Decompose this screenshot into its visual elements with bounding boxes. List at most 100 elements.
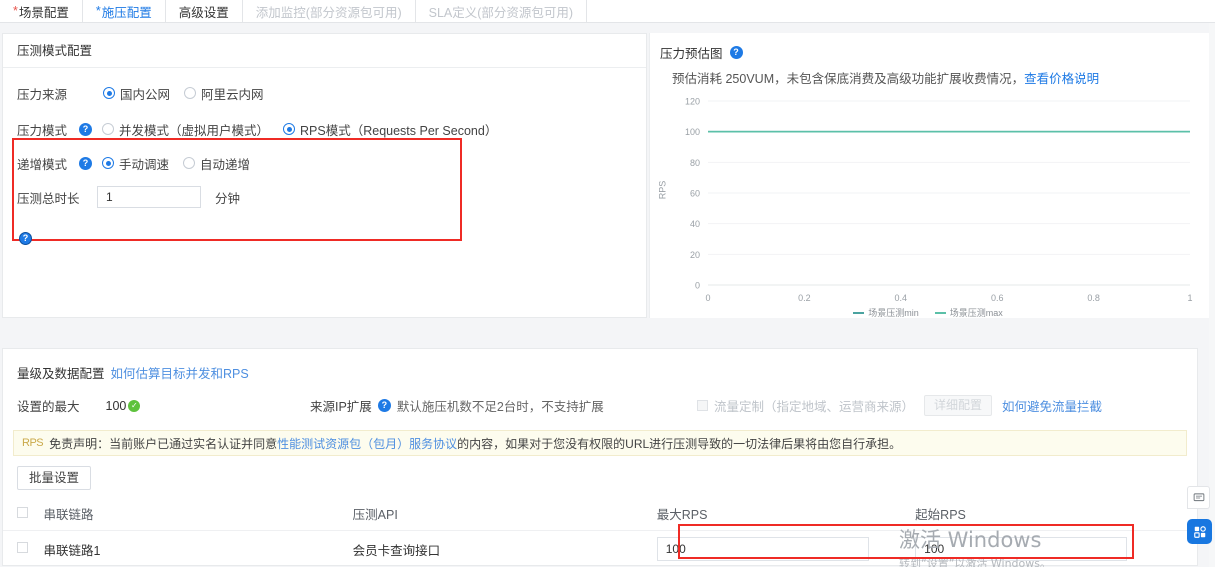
chart-y-axis-label: RPS [657, 180, 668, 200]
tab-scene-config[interactable]: * 场景配置 [0, 0, 83, 22]
radio-dot-icon [283, 123, 296, 135]
volume-panel-title: 量级及数据配置 [17, 367, 105, 381]
check-icon: ✓ [128, 399, 141, 412]
tab-label: 场景配置 [18, 5, 69, 20]
svg-text:0.2: 0.2 [798, 293, 811, 303]
tab-add-monitor: 添加监控(部分资源包可用) [242, 0, 416, 22]
max-setting-label: 设置的最大 [17, 400, 80, 414]
legend-label: 场景压测max [949, 308, 1003, 318]
legend-item-min[interactable]: 场景压测min [853, 306, 919, 319]
tab-advanced-settings[interactable]: 高级设置 [165, 0, 243, 22]
apps-grid-glyph [1193, 525, 1206, 538]
max-setting-value: 100 [105, 398, 127, 413]
select-all-cell [3, 498, 44, 531]
volume-and-data-panel: 量级及数据配置 如何估算目标并发和RPS 设置的最大 100 ✓ 来源IP扩展 … [2, 348, 1199, 567]
field-label: 压力来源 [17, 87, 68, 102]
radio-label: 手动调速 [119, 157, 170, 172]
legend-label: 场景压测min [868, 308, 919, 318]
cell-start-rps [915, 530, 1199, 567]
start-rps-input[interactable] [915, 537, 1128, 561]
chart-subtitle: 预估消耗 250VUM，未包含保底消费及高级功能扩展收费情况，查看价格说明 [650, 62, 1215, 87]
field-pressure-source: 压力来源 国内公网 阿里云内网 [17, 78, 646, 108]
svg-text:100: 100 [685, 127, 700, 137]
tab-label: SLA定义(部分资源包可用) [428, 5, 574, 20]
chart-title-row: 压力预估图 ? [650, 33, 1215, 62]
radio-source-public[interactable]: 国内公网 [103, 84, 170, 103]
help-icon[interactable]: ? [79, 122, 92, 136]
svg-text:0.8: 0.8 [1087, 293, 1100, 303]
radio-dot-icon [184, 87, 197, 99]
table-row: 串联链路1 会员卡查询接口 [3, 530, 1199, 567]
tab-label: 添加监控(部分资源包可用) [255, 5, 402, 20]
avoid-traffic-block-link[interactable]: 如何避免流量拦截 [1002, 396, 1102, 415]
cell-max-rps [656, 530, 916, 567]
radio-ramp-manual[interactable]: 手动调速 [102, 154, 169, 173]
radio-label: 并发模式（虚拟用户模式） [119, 123, 270, 138]
forecast-line-chart: 0 20 40 60 80 100 120 0 0.2 0.4 0.6 0.8 1 [685, 97, 1193, 304]
help-icon[interactable]: ? [79, 156, 92, 170]
radio-mode-concurrency[interactable]: 并发模式（虚拟用户模式） [102, 120, 269, 139]
radio-label: RPS模式（Requests Per Second） [300, 123, 498, 138]
svg-text:120: 120 [685, 97, 700, 107]
duration-input[interactable] [97, 186, 201, 208]
tab-label: 施压配置 [101, 5, 152, 20]
field-ramp-mode: 递增模式 ? 手动调速 自动递增 [17, 148, 646, 178]
help-icon[interactable]: ? [729, 46, 743, 59]
svg-text:0.6: 0.6 [991, 293, 1004, 303]
radio-label: 国内公网 [120, 87, 171, 102]
notice-text-b: 的内容，如果对于您没有权限的URL进行压测导致的一切法律后果将由您自行承担。 [457, 436, 902, 451]
column-header-max-rps: 最大RPS [656, 498, 916, 531]
svg-text:1: 1 [1187, 293, 1192, 303]
volume-config-row: 设置的最大 100 ✓ 来源IP扩展 ? 默认施压机数不足2台时，不支持扩展 流… [3, 390, 1197, 424]
legend-item-max[interactable]: 场景压测max [934, 306, 1003, 319]
apps-grid-icon[interactable] [1187, 519, 1212, 544]
feedback-icon[interactable] [1187, 486, 1210, 509]
panel-body: 压力来源 国内公网 阿里云内网 压力模式 ? 并发模式（虚拟用户模式） RPS模… [3, 68, 646, 212]
tab-label: 高级设置 [178, 5, 229, 20]
chart-canvas: RPS 0 20 40 60 80 100 120 0 0.2 0.4 0.6 0.8 1 场景压测mi… [650, 93, 1206, 323]
max-setting-group: 设置的最大 100 ✓ [17, 396, 141, 415]
max-rps-input[interactable] [656, 537, 869, 561]
radio-source-intranet[interactable]: 阿里云内网 [184, 84, 264, 103]
column-header-chain: 串联链路 [43, 498, 353, 531]
select-all-checkbox[interactable] [17, 506, 28, 518]
notice-badge: RPS [22, 437, 44, 449]
tab-sla-definition: SLA定义(部分资源包可用) [415, 0, 588, 22]
radio-ramp-auto[interactable]: 自动递增 [183, 154, 250, 173]
help-icon[interactable]: ? [377, 399, 391, 412]
traffic-customization-label: 流量定制（指定地域、运营商来源） [714, 400, 915, 414]
side-widgets [1187, 486, 1212, 544]
cell-api-name: 会员卡查询接口 [352, 530, 657, 567]
help-icon[interactable]: ? [19, 232, 32, 245]
price-description-link[interactable]: 查看价格说明 [1024, 72, 1099, 86]
rps-table: 串联链路 压测API 最大RPS 起始RPS 串联链路1 会员卡查询接口 [3, 498, 1199, 567]
field-label: 压力模式 [17, 123, 68, 138]
svg-text:0.4: 0.4 [895, 293, 908, 303]
radio-label: 自动递增 [200, 157, 251, 172]
field-total-duration: 压测总时长 分钟 [17, 182, 646, 212]
panel-title: 压测模式配置 [3, 34, 646, 68]
table-header-row: 串联链路 压测API 最大RPS 起始RPS [3, 498, 1199, 531]
stress-mode-config-panel: 压测模式配置 压力来源 国内公网 阿里云内网 压力模式 ? 并发模式（虚拟用户模… [2, 33, 647, 318]
traffic-customization-checkbox [697, 400, 708, 411]
duration-unit: 分钟 [215, 191, 241, 206]
chart-legend: 场景压测min 场景压测max [650, 306, 1206, 319]
field-pressure-mode: 压力模式 ? 并发模式（虚拟用户模式） RPS模式（Requests Per S… [17, 114, 646, 144]
batch-settings-button[interactable]: 批量设置 [17, 466, 92, 490]
estimate-guide-link[interactable]: 如何估算目标并发和RPS [111, 363, 249, 382]
cell-chain-name: 串联链路1 [43, 530, 353, 567]
notice-text-a: 免责声明：当前账户已通过实名认证并同意 [49, 436, 278, 451]
svg-text:60: 60 [690, 189, 700, 199]
page-root: * 场景配置 * 施压配置 高级设置 添加监控(部分资源包可用) SLA定义(部分资… [0, 0, 1215, 567]
svg-text:0: 0 [695, 281, 700, 291]
tab-bar: * 场景配置 * 施压配置 高级设置 添加监控(部分资源包可用) SLA定义(部分资… [0, 0, 1215, 23]
service-agreement-link[interactable]: 性能测试资源包（包月）服务协议 [277, 435, 457, 452]
svg-text:20: 20 [690, 250, 700, 260]
radio-dot-icon [102, 123, 114, 135]
svg-text:40: 40 [690, 219, 700, 229]
field-label: 递增模式 [17, 157, 68, 172]
volume-panel-title-row: 量级及数据配置 如何估算目标并发和RPS [3, 349, 1197, 382]
tab-stress-config[interactable]: * 施压配置 [82, 0, 166, 22]
row-checkbox[interactable] [17, 542, 28, 553]
radio-mode-rps[interactable]: RPS模式（Requests Per Second） [283, 120, 497, 139]
